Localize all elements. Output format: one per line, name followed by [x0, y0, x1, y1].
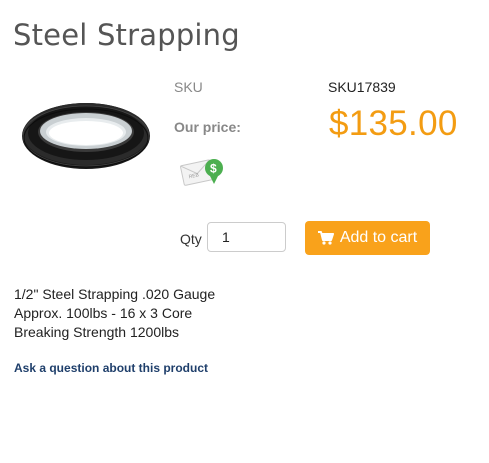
price-value: $135.00	[329, 104, 458, 143]
product-page: Steel Strapping SKU SKU17839 Our price: …	[0, 0, 489, 463]
sku-value: SKU17839	[328, 79, 396, 95]
qty-label: Qty	[180, 231, 202, 247]
description-line: Approx. 100lbs - 16 x 3 Core	[14, 305, 193, 321]
add-to-cart-label: Add to cart	[339, 229, 418, 246]
product-image	[22, 103, 150, 169]
add-to-cart-button[interactable]: Add to cart	[305, 221, 430, 255]
price-label: Our price:	[174, 119, 241, 135]
product-description: 1/2" Steel Strapping .020 Gauge Approx. …	[14, 285, 215, 342]
quantity-input[interactable]	[207, 222, 286, 252]
rebate-envelope-icon: REB $	[180, 159, 223, 186]
sku-label: SKU	[174, 79, 203, 95]
svg-text:$: $	[210, 162, 217, 176]
shopping-cart-icon	[317, 231, 334, 245]
page-title: Steel Strapping	[13, 18, 240, 52]
description-line: Breaking Strength 1200lbs	[14, 324, 179, 340]
ask-question-link[interactable]: Ask a question about this product	[14, 361, 208, 375]
description-line: 1/2" Steel Strapping .020 Gauge	[14, 286, 216, 302]
